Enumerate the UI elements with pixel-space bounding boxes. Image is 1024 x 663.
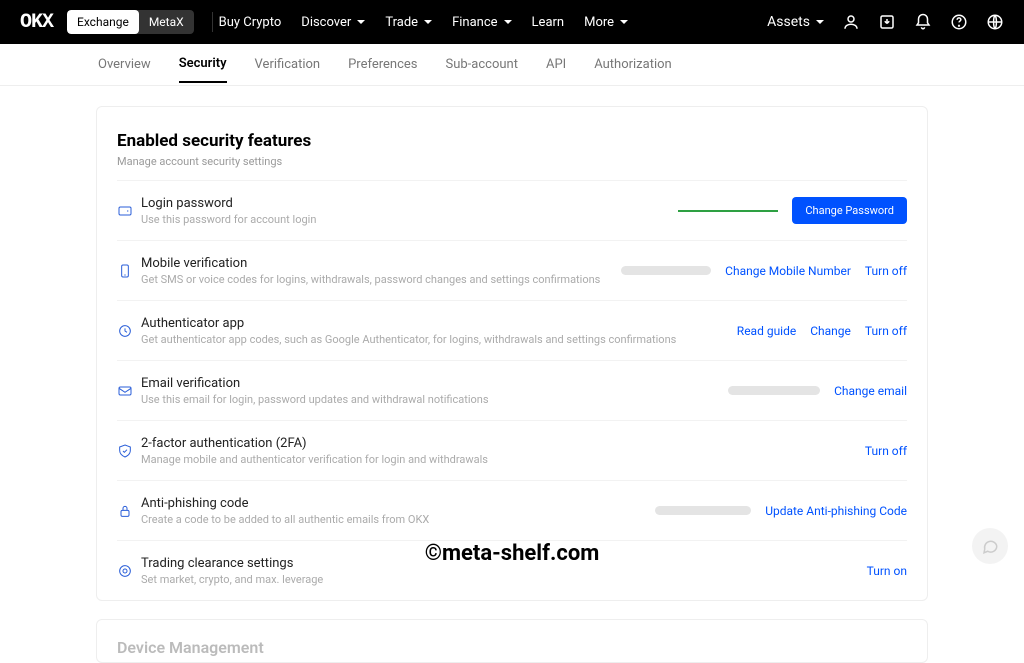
row-login-password: Login password Use this password for acc… xyxy=(117,180,907,240)
tab-api[interactable]: API xyxy=(546,47,566,82)
read-guide-link[interactable]: Read guide xyxy=(737,324,796,338)
bell-icon[interactable] xyxy=(914,13,932,31)
row-desc: Get authenticator app codes, such as Goo… xyxy=(141,333,737,346)
mode-metax[interactable]: MetaX xyxy=(139,10,194,34)
tab-verification[interactable]: Verification xyxy=(255,47,321,82)
tab-overview[interactable]: Overview xyxy=(98,47,151,82)
chevron-down-icon xyxy=(357,20,365,24)
row-desc: Use this email for login, password updat… xyxy=(141,393,728,406)
chevron-down-icon xyxy=(620,20,628,24)
logo[interactable]: OKX xyxy=(20,11,53,34)
chat-bubble-icon[interactable] xyxy=(972,528,1008,564)
shield-icon xyxy=(117,443,141,459)
mode-exchange[interactable]: Exchange xyxy=(67,10,139,34)
update-antiphishing-link[interactable]: Update Anti-phishing Code xyxy=(765,504,907,518)
row-title: Trading clearance settings xyxy=(141,556,867,571)
turn-on-trading-link[interactable]: Turn on xyxy=(867,564,907,578)
authenticator-icon xyxy=(117,323,141,339)
device-management-section: Device Management xyxy=(96,619,928,663)
chevron-down-icon xyxy=(504,20,512,24)
row-2fa: 2-factor authentication (2FA) Manage mob… xyxy=(117,420,907,480)
row-trading-clearance: Trading clearance settings Set market, c… xyxy=(117,540,907,600)
masked-value xyxy=(621,266,711,275)
row-email-verification: Email verification Use this email for lo… xyxy=(117,360,907,420)
mobile-icon xyxy=(117,263,141,279)
nav-link-learn[interactable]: Learn xyxy=(532,15,565,30)
card-title: Enabled security features xyxy=(117,131,907,151)
row-desc: Get SMS or voice codes for logins, withd… xyxy=(141,273,621,286)
mode-toggle: Exchange MetaX xyxy=(67,10,194,34)
tab-security[interactable]: Security xyxy=(179,46,227,83)
email-icon xyxy=(117,383,141,399)
row-title: 2-factor authentication (2FA) xyxy=(141,436,865,451)
nav-link-finance[interactable]: Finance xyxy=(452,15,511,30)
row-authenticator: Authenticator app Get authenticator app … xyxy=(117,300,907,360)
change-mobile-link[interactable]: Change Mobile Number xyxy=(725,264,851,278)
row-anti-phishing: Anti-phishing code Create a code to be a… xyxy=(117,480,907,540)
change-email-link[interactable]: Change email xyxy=(834,384,907,398)
nav-link-buy-crypto[interactable]: Buy Crypto xyxy=(219,15,282,30)
row-title: Login password xyxy=(141,196,678,211)
device-management-title: Device Management xyxy=(117,638,907,657)
assets-dropdown[interactable]: Assets xyxy=(767,14,824,30)
password-strength-bar xyxy=(678,210,778,212)
user-icon[interactable] xyxy=(842,13,860,31)
help-icon[interactable] xyxy=(950,13,968,31)
masked-value xyxy=(655,506,751,515)
globe-icon[interactable] xyxy=(986,13,1004,31)
change-password-button[interactable]: Change Password xyxy=(792,197,907,224)
nav-link-more[interactable]: More xyxy=(584,15,628,30)
download-icon[interactable] xyxy=(878,13,896,31)
card-subtitle: Manage account security settings xyxy=(117,155,907,168)
turn-off-2fa-link[interactable]: Turn off xyxy=(865,444,907,458)
chevron-down-icon xyxy=(816,20,824,24)
row-desc: Set market, crypto, and max. leverage xyxy=(141,573,867,586)
password-icon xyxy=(117,203,141,219)
nav-link-discover[interactable]: Discover xyxy=(301,15,365,30)
settings-icon xyxy=(117,563,141,579)
row-title: Email verification xyxy=(141,376,728,391)
row-desc: Use this password for account login xyxy=(141,213,678,226)
tab-authorization[interactable]: Authorization xyxy=(594,47,672,82)
row-title: Anti-phishing code xyxy=(141,496,655,511)
row-desc: Manage mobile and authenticator verifica… xyxy=(141,453,865,466)
turn-off-mobile-link[interactable]: Turn off xyxy=(865,264,907,278)
masked-value xyxy=(728,386,820,395)
tab-preferences[interactable]: Preferences xyxy=(348,47,417,82)
row-title: Authenticator app xyxy=(141,316,737,331)
nav-link-trade[interactable]: Trade xyxy=(385,15,432,30)
chevron-down-icon xyxy=(424,20,432,24)
change-authenticator-link[interactable]: Change xyxy=(810,324,851,338)
tab-sub-account[interactable]: Sub-account xyxy=(446,47,518,82)
row-title: Mobile verification xyxy=(141,256,621,271)
row-desc: Create a code to be added to all authent… xyxy=(141,513,655,526)
row-mobile-verification: Mobile verification Get SMS or voice cod… xyxy=(117,240,907,300)
nav-separator xyxy=(212,12,213,32)
turn-off-authenticator-link[interactable]: Turn off xyxy=(865,324,907,338)
lock-icon xyxy=(117,503,141,519)
